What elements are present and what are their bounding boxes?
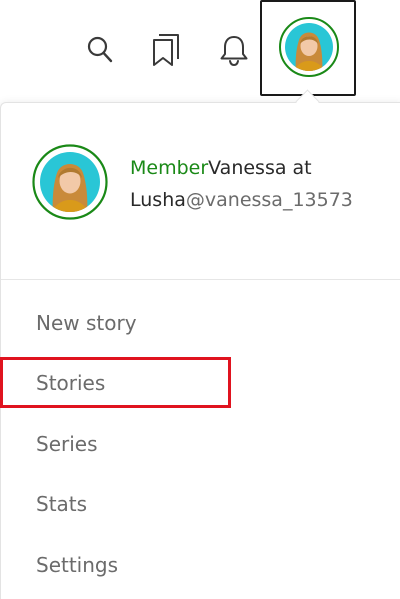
bookmark-icon[interactable] [150, 32, 182, 68]
profile-dropdown-menu: MemberVanessa at Lusha@vanessa_13573 New… [0, 102, 400, 599]
menu-item-new-story[interactable]: New story [36, 311, 137, 335]
menu-item-stats[interactable]: Stats [36, 492, 87, 516]
profile-handle: @vanessa_13573 [185, 189, 353, 211]
bell-icon[interactable] [217, 32, 251, 68]
menu-divider [1, 279, 400, 280]
search-icon[interactable] [86, 35, 114, 65]
profile-info[interactable]: MemberVanessa at Lusha@vanessa_13573 [130, 152, 390, 216]
menu-item-series[interactable]: Series [36, 432, 98, 456]
avatar-button[interactable] [260, 0, 356, 96]
menu-item-stories[interactable]: Stories [36, 371, 105, 395]
profile-avatar [32, 144, 108, 220]
avatar [279, 17, 339, 77]
page: MemberVanessa at Lusha@vanessa_13573 New… [0, 0, 400, 599]
member-badge: Member [130, 157, 209, 179]
menu-item-settings[interactable]: Settings [36, 553, 118, 577]
